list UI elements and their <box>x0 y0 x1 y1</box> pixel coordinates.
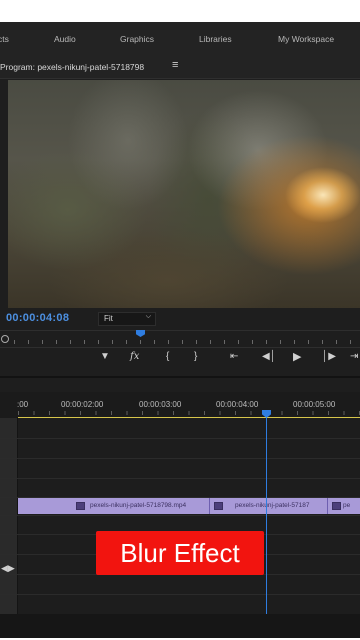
clip-label: pexels-nikunj-patel-5718798.mp4 <box>90 502 187 509</box>
workspace-tab-graphics[interactable]: Graphics <box>120 34 154 44</box>
fit-zoom-select[interactable]: Fit ⌵ <box>98 312 156 326</box>
fit-zoom-value: Fit <box>104 314 113 323</box>
fx-icon[interactable]: fx <box>130 352 139 362</box>
transport-controls <box>0 346 360 372</box>
timeline-bottom-strip <box>0 614 360 638</box>
workspace-tab-libraries[interactable]: Libraries <box>199 34 232 44</box>
ruler-label: 00:00:02:00 <box>61 400 104 409</box>
timeline-tracks[interactable] <box>18 418 360 614</box>
video-clip[interactable]: pe <box>328 498 360 514</box>
workspace-tab-effects[interactable]: cts <box>0 34 9 44</box>
clip-label: pexels-nikunj-patel-57187 <box>235 502 310 509</box>
step-back-icon[interactable]: ◀│ <box>262 352 276 362</box>
mark-in-icon[interactable]: { <box>166 352 169 362</box>
clip-label: pe <box>343 502 351 509</box>
ruler-label: 00:00:04:00 <box>216 400 259 409</box>
ruler-label: 00:00:05:00 <box>293 400 336 409</box>
caption-text: Blur Effect <box>120 538 240 568</box>
track-resize-icon[interactable]: ◀▶ <box>1 563 15 574</box>
program-monitor-video <box>8 80 360 308</box>
step-forward-icon[interactable]: │▶ <box>322 352 336 362</box>
zoom-handle-icon[interactable] <box>1 335 9 343</box>
ruler-label: :00 <box>17 400 29 409</box>
chevron-down-icon: ⌵ <box>145 313 151 320</box>
timeline-ruler-ticks <box>18 411 360 415</box>
workspace-tab-audio[interactable]: Audio <box>54 34 76 44</box>
track-headers[interactable] <box>0 418 18 614</box>
track-separator <box>0 594 360 595</box>
track-separator <box>0 438 360 439</box>
premiere-window: cts Audio Graphics Libraries My Workspac… <box>0 22 360 638</box>
fx-badge-icon <box>214 502 223 510</box>
track-separator <box>0 515 360 516</box>
playhead-timecode[interactable]: 00:00:04:08 <box>6 312 69 324</box>
go-to-in-icon[interactable]: ⇤ <box>230 352 238 362</box>
timeline-playhead-line[interactable] <box>265 418 267 614</box>
workspace-tab-my-workspace[interactable]: My Workspace <box>278 34 334 44</box>
track-separator <box>0 458 360 459</box>
play-icon[interactable]: ▶ <box>293 352 301 363</box>
video-clip[interactable]: pexels-nikunj-patel-57187 <box>210 498 328 514</box>
program-monitor-header: Program: pexels-nikunj-patel-5718798 ≡ <box>0 56 360 79</box>
blur-effect-caption: Blur Effect <box>96 531 264 575</box>
fx-badge-icon <box>76 502 85 510</box>
monitor-ruler-ticks <box>14 340 360 344</box>
go-to-out-icon[interactable]: ⇥ <box>350 352 358 362</box>
workspace-bar: cts Audio Graphics Libraries My Workspac… <box>0 22 360 57</box>
marker-icon[interactable]: ▼ <box>100 352 110 362</box>
program-monitor-title[interactable]: Program: pexels-nikunj-patel-5718798 <box>0 62 144 72</box>
mark-out-icon[interactable]: } <box>194 352 197 362</box>
fx-badge-icon <box>332 502 341 510</box>
video-clip[interactable]: pexels-nikunj-patel-5718798.mp4 <box>18 498 210 514</box>
track-separator <box>0 478 360 479</box>
ruler-label: 00:00:03:00 <box>139 400 182 409</box>
panel-menu-icon[interactable]: ≡ <box>172 59 178 71</box>
panel-divider[interactable] <box>0 376 360 378</box>
